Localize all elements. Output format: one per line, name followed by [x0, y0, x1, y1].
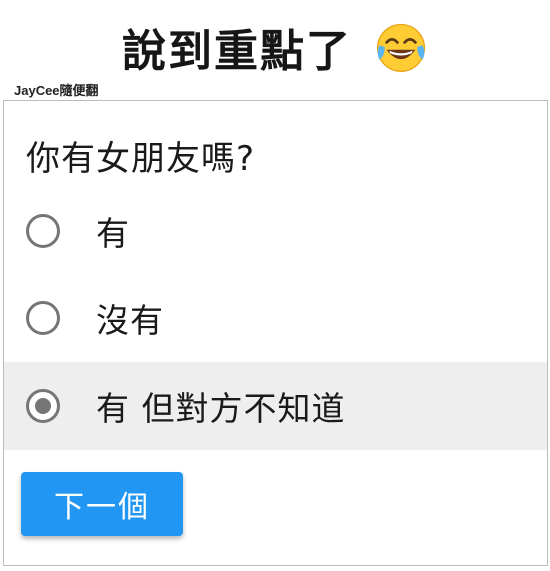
option-label: 有 — [96, 214, 130, 253]
face-with-tears-of-joy-icon — [376, 23, 426, 72]
option-yes-but-she-doesnt-know[interactable]: 有 但對方不知道 — [4, 362, 547, 450]
caption-text: 說到重點了 — [122, 26, 352, 77]
radio-checked-icon[interactable] — [26, 389, 60, 423]
radio-unchecked-icon[interactable] — [26, 214, 60, 248]
option-yes[interactable]: 有 — [4, 187, 547, 275]
option-label: 有 但對方不知道 — [96, 389, 346, 428]
next-button[interactable]: 下一個 — [21, 472, 183, 536]
quiz-form: 你有女朋友嗎? 有 沒有 有 但對方不知道 下一個 — [3, 100, 548, 566]
radio-dot — [35, 398, 51, 414]
option-label: 沒有 — [96, 301, 164, 340]
option-no[interactable]: 沒有 — [4, 274, 547, 362]
caption-header: 說到重點了 — [0, 12, 550, 82]
question-title: 你有女朋友嗎? — [26, 139, 256, 179]
meme-image: 說到重點了 JayCee隨便翻 你有女朋友嗎? 有 沒有 有 但對方不知道 下一… — [0, 0, 550, 571]
radio-unchecked-icon[interactable] — [26, 301, 60, 335]
watermark: JayCee隨便翻 — [14, 83, 99, 98]
